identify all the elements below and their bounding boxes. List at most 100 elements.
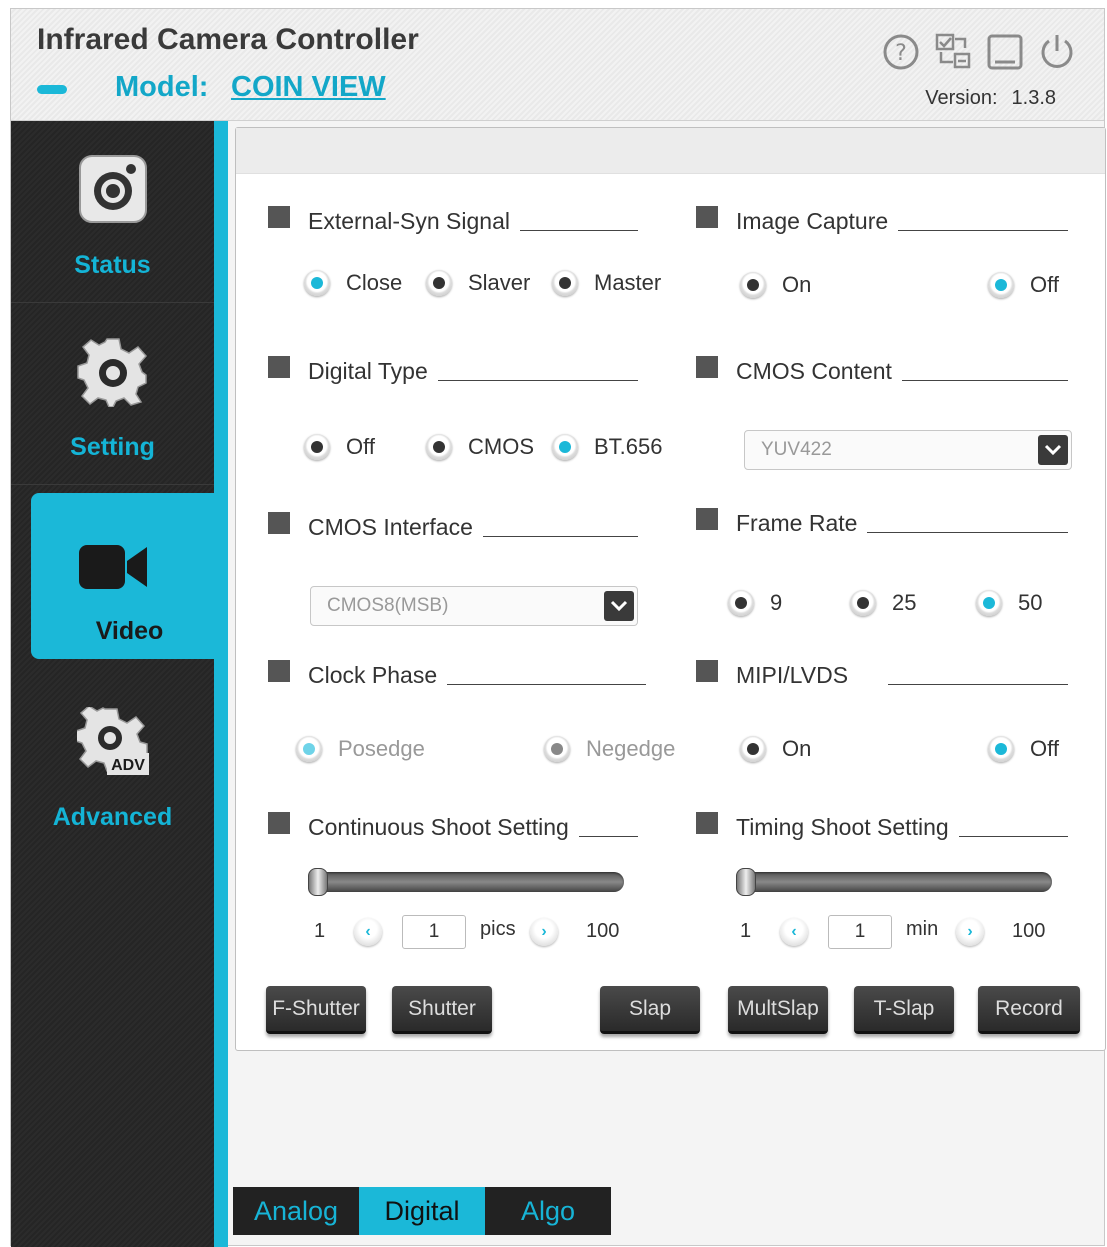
- divider: [898, 230, 1068, 231]
- divider: [482, 536, 638, 537]
- power-icon[interactable]: [1036, 31, 1078, 73]
- radio-mipi-off[interactable]: Off: [988, 736, 1059, 762]
- radio-digital-off[interactable]: Off: [304, 434, 375, 460]
- app-title: Infrared Camera Controller: [37, 23, 419, 56]
- section-title: CMOS Interface: [308, 514, 473, 540]
- timing-min-label: 1: [740, 920, 752, 942]
- gear-adv-icon: ADV: [75, 705, 149, 779]
- select-value: CMOS8(MSB): [327, 595, 449, 616]
- decrement-icon[interactable]: ‹: [354, 918, 382, 946]
- help-icon[interactable]: ?: [880, 31, 922, 73]
- section-marker-icon: [268, 812, 290, 834]
- sidebar-item-setting[interactable]: Setting: [11, 303, 214, 485]
- window-controls: ?: [880, 31, 1078, 73]
- multslap-button[interactable]: MultSlap: [728, 986, 828, 1034]
- section-image-capture: Image Capture: [696, 206, 1068, 235]
- radio-label: Posedge: [338, 736, 425, 761]
- section-marker-icon: [268, 512, 290, 534]
- radio-clock-posedge[interactable]: Posedge: [296, 736, 425, 762]
- sidebar-item-label: Setting: [70, 433, 155, 461]
- section-external-syn: External-Syn Signal: [268, 206, 638, 235]
- timing-shoot-slider[interactable]: [736, 868, 1052, 896]
- section-marker-icon: [268, 356, 290, 378]
- radio-capture-off[interactable]: Off: [988, 272, 1059, 298]
- radio-label: On: [782, 272, 812, 297]
- sidebar-item-label: Advanced: [52, 803, 173, 831]
- sidebar-item-advanced[interactable]: ADV Advanced: [11, 669, 214, 851]
- model-link[interactable]: COIN VIEW: [231, 71, 386, 104]
- cmos-content-select[interactable]: YUV422: [744, 430, 1072, 470]
- section-marker-icon: [696, 206, 718, 228]
- radio-framerate-9[interactable]: 9: [728, 590, 782, 616]
- radio-label: Negedge: [586, 736, 676, 761]
- checklist-icon[interactable]: [932, 31, 974, 73]
- timing-value-input[interactable]: 1: [828, 915, 892, 949]
- timing-max-label: 100: [1012, 920, 1046, 942]
- camera-icon: [77, 153, 149, 225]
- section-title: MIPI/LVDS: [736, 662, 849, 688]
- slider-thumb[interactable]: [308, 868, 328, 896]
- video-camera-icon: [77, 531, 149, 603]
- radio-label: Off: [346, 434, 375, 459]
- title-bar: Infrared Camera Controller Model: COIN V…: [11, 9, 1104, 121]
- radio-framerate-25[interactable]: 25: [850, 590, 916, 616]
- radio-label: CMOS: [468, 434, 534, 459]
- section-title: Continuous Shoot Setting: [308, 814, 569, 840]
- shutter-button[interactable]: Shutter: [392, 986, 492, 1034]
- version-info: Version: 1.3.8: [925, 87, 1056, 110]
- radio-mipi-on[interactable]: On: [740, 736, 811, 762]
- section-title: Timing Shoot Setting: [736, 814, 949, 840]
- radio-capture-on[interactable]: On: [740, 272, 811, 298]
- radio-digital-bt656[interactable]: BT.656: [552, 434, 663, 460]
- radio-label: 9: [770, 590, 783, 615]
- divider: [901, 380, 1068, 381]
- section-marker-icon: [696, 356, 718, 378]
- version-value: 1.3.8: [1011, 87, 1056, 109]
- section-frame-rate: Frame Rate: [696, 508, 1068, 537]
- continuous-unit-label: pics: [480, 918, 516, 940]
- continuous-min-label: 1: [314, 920, 326, 942]
- chevron-down-icon: [1038, 435, 1068, 465]
- section-title: External-Syn Signal: [308, 208, 510, 234]
- minimize-icon[interactable]: [984, 31, 1026, 73]
- continuous-shoot-slider[interactable]: [308, 868, 624, 896]
- radio-framerate-50[interactable]: 50: [976, 590, 1042, 616]
- section-marker-icon: [696, 508, 718, 530]
- section-mipi-lvds: MIPI/LVDS: [696, 660, 1068, 689]
- menu-toggle-icon[interactable]: [37, 85, 67, 94]
- sidebar-item-label: Video: [95, 617, 164, 645]
- record-button[interactable]: Record: [978, 986, 1080, 1034]
- select-value: YUV422: [761, 439, 832, 460]
- radio-label: 25: [892, 590, 917, 615]
- radio-clock-negedge[interactable]: Negedge: [544, 736, 675, 762]
- adv-badge: ADV: [111, 757, 145, 774]
- radio-label: Slaver: [468, 270, 531, 295]
- tab-algo[interactable]: Algo: [485, 1187, 611, 1235]
- radio-ext-close[interactable]: Close: [304, 270, 402, 296]
- slider-thumb[interactable]: [736, 868, 756, 896]
- section-marker-icon: [268, 660, 290, 682]
- radio-ext-slaver[interactable]: Slaver: [426, 270, 530, 296]
- increment-icon[interactable]: ›: [530, 918, 558, 946]
- increment-icon[interactable]: ›: [956, 918, 984, 946]
- model-label: Model:: [115, 71, 209, 103]
- decrement-icon[interactable]: ‹: [780, 918, 808, 946]
- radio-ext-master[interactable]: Master: [552, 270, 661, 296]
- cmos-interface-select[interactable]: CMOS8(MSB): [310, 586, 638, 626]
- version-label: Version:: [925, 87, 998, 109]
- sidebar-item-status[interactable]: Status: [11, 121, 214, 303]
- tab-analog[interactable]: Analog: [233, 1187, 359, 1235]
- f-shutter-button[interactable]: F-Shutter: [266, 986, 366, 1034]
- radio-digital-cmos[interactable]: CMOS: [426, 434, 534, 460]
- radio-label: Master: [594, 270, 662, 295]
- divider: [437, 380, 638, 381]
- tab-digital[interactable]: Digital: [359, 1187, 485, 1235]
- section-title: Image Capture: [736, 208, 889, 234]
- t-slap-button[interactable]: T-Slap: [854, 986, 954, 1034]
- continuous-count-input[interactable]: 1: [402, 915, 466, 949]
- sidebar-item-video[interactable]: Video: [31, 493, 228, 659]
- slap-button[interactable]: Slap: [600, 986, 700, 1034]
- section-marker-icon: [268, 206, 290, 228]
- sidebar-item-label: Status: [74, 251, 151, 279]
- section-cmos-content: CMOS Content: [696, 356, 1068, 385]
